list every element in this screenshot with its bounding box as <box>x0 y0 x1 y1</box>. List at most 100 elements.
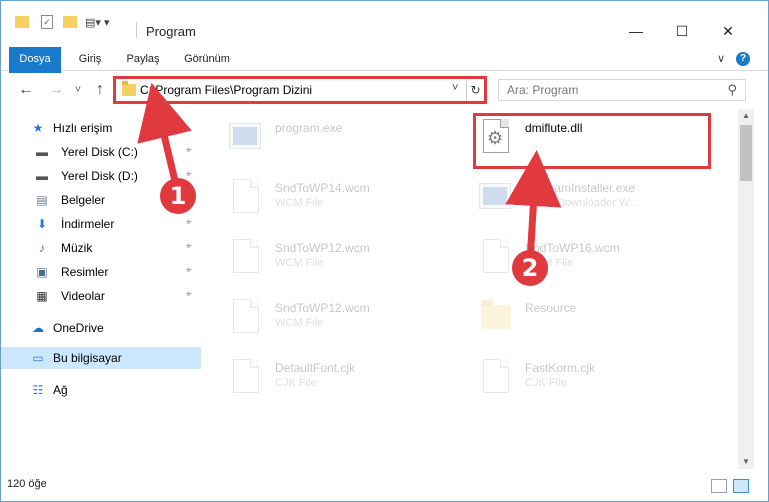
file-name: ProgramInstaller.exe <box>525 181 636 195</box>
refresh-button[interactable]: ↻ <box>466 79 484 101</box>
file-name: SndToWP12.wcm <box>275 241 370 255</box>
sidebar-item[interactable]: ⬇ İndirmeler ⌖ <box>1 213 201 235</box>
file-item[interactable]: ProgramInstaller.exe SSEY Downloader W... <box>457 171 712 223</box>
file-item[interactable]: SndToWP12.wcm WCM File <box>207 291 462 343</box>
window-title: Program <box>146 24 196 39</box>
title-separator <box>136 22 137 38</box>
status-bar: 120 öğe <box>1 473 768 501</box>
file-icon <box>227 359 261 399</box>
pictures-icon: ▣ <box>36 265 48 279</box>
file-item[interactable]: SndToWP12.wcm WCM File <box>207 231 462 283</box>
up-button[interactable]: ↑ <box>91 79 109 101</box>
sidebar-item-label: Yerel Disk (D:) <box>61 169 138 183</box>
sidebar-item-label: OneDrive <box>53 321 104 335</box>
sidebar-item[interactable]: ★ Hızlı erişim <box>1 117 201 139</box>
file-item[interactable]: program.exe <box>207 111 462 163</box>
sidebar-item[interactable]: ☁ OneDrive <box>1 317 201 339</box>
file-icon <box>477 359 511 399</box>
recent-locations-button[interactable]: ˅ <box>69 79 87 101</box>
close-button[interactable]: ✕ <box>705 17 751 45</box>
search-icon[interactable]: ⚲ <box>727 82 737 98</box>
pin-icon[interactable]: ⌖ <box>186 265 192 276</box>
help-icon[interactable]: ? <box>736 52 750 66</box>
ribbon-collapse-icon[interactable]: ∨ <box>717 52 725 65</box>
installer-icon <box>227 119 261 159</box>
videos-icon: ▦ <box>36 289 48 303</box>
sidebar-item-label: Belgeler <box>61 193 106 207</box>
step-1-badge: 1 <box>160 178 196 214</box>
scroll-up-icon[interactable]: ▲ <box>738 109 754 123</box>
sidebar-item-label: Ağ <box>53 383 68 397</box>
forward-button[interactable]: → <box>47 79 65 101</box>
sidebar-item-label: İndirmeler <box>61 217 115 231</box>
pin-icon[interactable]: ⌖ <box>186 145 192 156</box>
file-item[interactable]: DefaultFont.cjk CJK File <box>207 351 462 403</box>
file-type: SSEY Downloader W... <box>525 197 638 209</box>
maximize-button[interactable]: ☐ <box>659 17 705 45</box>
file-item[interactable]: SndToWP16.wcm WCM File <box>457 231 712 283</box>
pin-icon[interactable]: ⌖ <box>186 169 192 180</box>
back-button[interactable]: ← <box>17 79 35 101</box>
file-name: FastKorm.cjk <box>525 361 596 375</box>
scroll-thumb[interactable] <box>740 125 752 181</box>
file-name: program.exe <box>275 121 343 135</box>
file-item[interactable]: FastKorm.cjk CJK File <box>457 351 712 403</box>
file-name: DefaultFont.cjk <box>275 361 356 375</box>
file-type: CJK File <box>525 377 567 389</box>
file-icon <box>227 179 261 219</box>
file-icon <box>227 299 261 339</box>
file-name: SndToWP14.wcm <box>275 181 370 195</box>
new-folder-icon[interactable] <box>63 16 77 28</box>
title-bar: ✓ ▤▾ ▾ Program — ☐ ✕ <box>1 1 768 45</box>
pin-icon[interactable]: ⌖ <box>186 289 192 300</box>
tab-gorunum[interactable]: Görünüm <box>175 47 239 71</box>
download-icon: ⬇ <box>36 217 48 231</box>
address-dropdown-icon[interactable]: ˅ <box>452 82 458 94</box>
cloud-icon: ☁ <box>32 321 44 335</box>
ribbon-tabs: Dosya Giriş Paylaş Görünüm ∨ ? <box>1 47 768 99</box>
address-path[interactable]: C:\Program Files\Program Dizini <box>140 83 312 97</box>
sidebar-item[interactable]: ▣ Resimler ⌖ <box>1 261 201 283</box>
properties-icon[interactable]: ✓ <box>41 15 53 29</box>
file-type: WCM File <box>275 257 324 269</box>
search-placeholder: Ara: Program <box>507 83 579 97</box>
details-view-icon[interactable] <box>711 479 727 493</box>
computer-icon: ▭ <box>32 351 44 365</box>
file-item[interactable]: Resource <box>457 291 712 343</box>
pin-icon[interactable]: ⌖ <box>186 241 192 252</box>
sidebar-item[interactable]: ▦ Videolar ⌖ <box>1 285 201 307</box>
sidebar-item-label: Videolar <box>61 289 105 303</box>
vertical-scrollbar[interactable]: ▲ ▼ <box>738 109 754 469</box>
file-type: CJK File <box>275 377 317 389</box>
sidebar-item[interactable]: ☷ Ağ <box>1 379 201 401</box>
tab-paylas[interactable]: Paylaş <box>117 47 169 71</box>
file-item[interactable]: SndToWP14.wcm WCM File <box>207 171 462 223</box>
folder-icon <box>477 299 511 339</box>
minimize-button[interactable]: — <box>613 17 659 45</box>
highlight-box <box>473 113 711 169</box>
sidebar-item-label: Yerel Disk (C:) <box>61 145 138 159</box>
file-type: WCM File <box>275 317 324 329</box>
sidebar-item[interactable]: ♪ Müzik ⌖ <box>1 237 201 259</box>
search-box[interactable]: Ara: Program ⚲ <box>498 79 746 101</box>
item-count: 120 öğe <box>7 478 47 490</box>
customize-toolbar-icon[interactable]: ▤▾ ▾ <box>85 16 110 29</box>
pin-icon[interactable]: ⌖ <box>186 217 192 228</box>
music-icon: ♪ <box>39 241 45 255</box>
scroll-down-icon[interactable]: ▼ <box>738 455 754 469</box>
drive-icon: ▬ <box>36 169 48 183</box>
tab-giris[interactable]: Giriş <box>65 47 115 71</box>
network-icon: ☷ <box>32 383 44 397</box>
navigation-bar: ← → ˅ ↑ C:\Program Files\Program Dizini … <box>1 73 768 107</box>
sidebar-item[interactable]: ▭ Bu bilgisayar <box>1 347 201 369</box>
sidebar-item[interactable]: ▬ Yerel Disk (C:) ⌖ <box>1 141 201 163</box>
sidebar-item-label: Müzik <box>61 241 93 255</box>
drive-icon: ▬ <box>36 145 48 159</box>
address-bar[interactable]: C:\Program Files\Program Dizini ˅ ↻ <box>113 76 487 104</box>
file-icon <box>477 239 511 279</box>
navigation-pane: ★ Hızlı erişim ▬ Yerel Disk (C:) ⌖ ▬ Yerel Dis… <box>1 109 201 469</box>
folder-icon[interactable] <box>15 16 29 28</box>
large-icons-view-icon[interactable] <box>733 479 749 493</box>
star-icon: ★ <box>32 121 44 135</box>
folder-icon <box>122 81 136 96</box>
